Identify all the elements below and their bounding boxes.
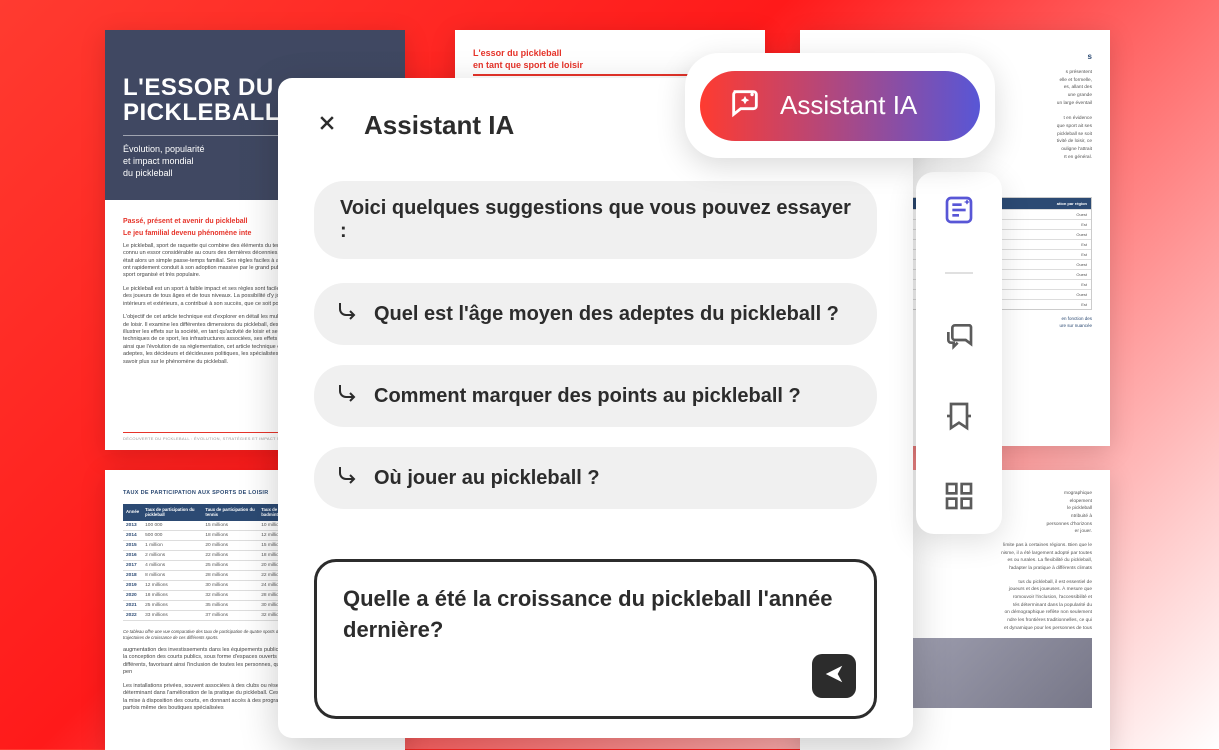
close-button[interactable] [314,113,340,139]
reply-arrow-icon [336,463,360,493]
suggestions-intro: Voici quelques suggestions que vous pouv… [314,181,877,259]
sparkle-chat-icon [728,86,762,125]
send-icon [823,663,845,690]
reply-arrow-icon [336,299,360,329]
tool-ai-summary-icon[interactable] [941,192,977,228]
suggestion-text: Où jouer au pickleball ? [374,467,600,490]
assistant-panel: Assistant IA Voici quelques suggestions … [278,78,913,738]
ai-assistant-button[interactable]: Assistant IA [700,71,980,141]
suggestion-text: Comment marquer des points au pickleball… [374,385,801,408]
prompt-input-box[interactable]: Quelle a été la croissance du pickleball… [314,559,877,719]
prompt-input-text: Quelle a été la croissance du pickleball… [343,584,848,646]
suggestion-text: Quel est l'âge moyen des adeptes du pick… [374,303,839,326]
ai-assistant-button-label: Assistant IA [780,90,917,121]
suggestion-item[interactable]: Comment marquer des points au pickleball… [314,365,877,427]
reply-arrow-icon [336,381,360,411]
tool-bookmark-icon[interactable] [941,398,977,434]
tool-chat-icon[interactable] [941,318,977,354]
close-icon [317,113,337,138]
send-button[interactable] [812,654,856,698]
side-toolbar [916,172,1002,534]
tool-grid-icon[interactable] [941,478,977,514]
ai-assistant-button-container: Assistant IA [685,53,995,158]
suggestion-item[interactable]: Quel est l'âge moyen des adeptes du pick… [314,283,877,345]
suggestion-item[interactable]: Où jouer au pickleball ? [314,447,877,509]
divider [945,272,973,274]
panel-title: Assistant IA [364,110,514,141]
